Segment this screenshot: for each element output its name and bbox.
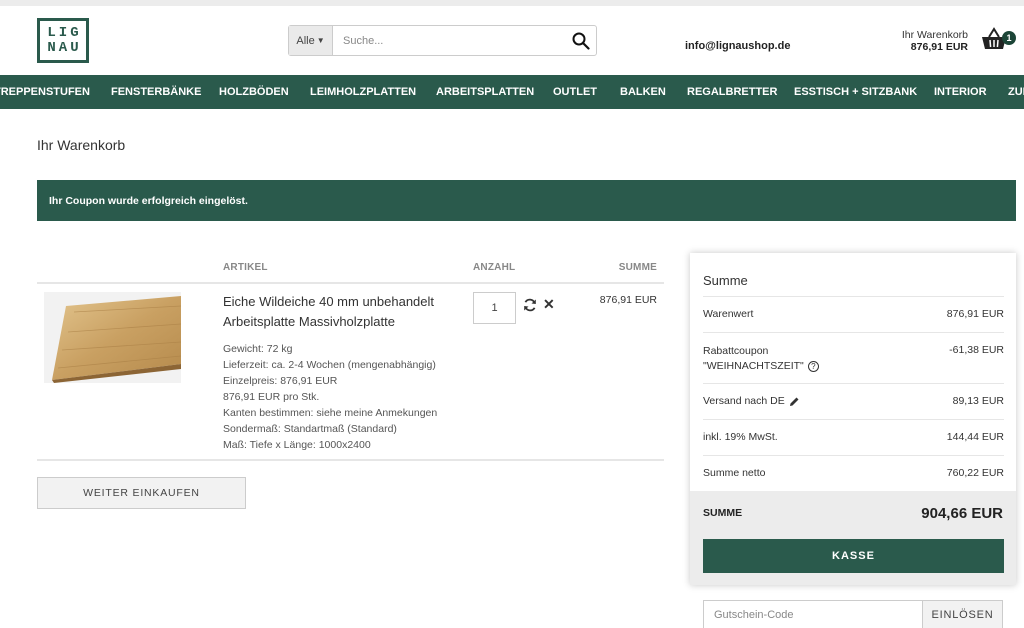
nav-item-leimholzplatten[interactable]: LEIMHOLZPLATTEN <box>310 75 416 109</box>
table-bottom-divider <box>37 459 664 461</box>
continue-shopping-button[interactable]: WEITER EINKAUFEN <box>37 477 246 509</box>
redeem-coupon-button[interactable]: EINLÖSEN <box>922 600 1003 628</box>
help-icon[interactable]: ? <box>807 360 819 372</box>
detail-delivery: Lieferzeit: ca. 2-4 Wochen (mengenabhäng… <box>223 359 436 371</box>
product-details: Gewicht: 72 kg Lieferzeit: ca. 2-4 Woche… <box>223 341 437 453</box>
coupon-code-input[interactable] <box>703 600 922 628</box>
search-bar: Alle ▼ <box>288 25 597 56</box>
nav-item-zubehoer[interactable]: ZUBEHÖR <box>1008 75 1024 109</box>
row-value: 876,91 EUR <box>946 308 1004 320</box>
row-label-coupon: Rabattcoupon "WEIHNACHTSZEIT"? <box>703 344 819 374</box>
summary-title: Summe <box>703 273 748 288</box>
cart-total: 876,91 EUR <box>910 41 968 53</box>
row-label: Summe netto <box>703 467 766 479</box>
row-label: Warenwert <box>703 308 754 320</box>
coupon-success-alert: Ihr Coupon wurde erfolgreich eingelöst. <box>37 180 1016 221</box>
logo-line-1: LIG <box>47 24 82 41</box>
caret-down-icon: ▼ <box>316 36 325 45</box>
search-category-label: Alle <box>296 34 315 47</box>
header-quantity: ANZAHL <box>473 262 516 273</box>
row-label: Versand nach DE <box>703 395 785 407</box>
nav-item-balken[interactable]: BALKEN <box>620 75 666 109</box>
detail-edges: Kanten bestimmen: siehe meine Anmekungen <box>223 407 438 419</box>
row-value: 89,13 EUR <box>952 395 1004 407</box>
summary-row-goods-value: Warenwert 876,91 EUR <box>703 296 1004 332</box>
search-icon[interactable] <box>566 26 596 55</box>
summary-row-vat: inkl. 19% MwSt. 144,44 EUR <box>703 419 1004 455</box>
row-value: 760,22 EUR <box>946 467 1004 479</box>
search-input[interactable] <box>333 26 566 55</box>
row-label: Rabattcoupon <box>703 345 769 357</box>
table-header-divider <box>37 282 664 284</box>
refresh-icon[interactable] <box>523 298 537 312</box>
detail-custom-size: Sondermaß: Standartmaß (Standard) <box>223 423 397 435</box>
detail-dimensions: Maß: Tiefe x Länge: 1000x2400 <box>223 439 371 451</box>
search-category-select[interactable]: Alle ▼ <box>289 26 333 55</box>
nav-item-fensterbaenke[interactable]: FENSTERBÄNKE <box>111 75 201 109</box>
detail-price-per-piece: 876,91 EUR pro Stk. <box>223 391 320 403</box>
nav-item-outlet[interactable]: OUTLET <box>553 75 597 109</box>
coupon-code-label: "WEIHNACHTSZEIT" <box>703 360 804 372</box>
nav-item-holzboeden[interactable]: HOLZBÖDEN <box>219 75 289 109</box>
header-article: ARTIKEL <box>223 262 268 273</box>
nav-item-esstisch-sitzbank[interactable]: ESSTISCH + SITZBANK <box>794 75 917 109</box>
detail-weight: Gewicht: 72 kg <box>223 343 293 355</box>
main-navigation: TREPPENSTUFEN FENSTERBÄNKE HOLZBÖDEN LEI… <box>0 75 1024 109</box>
nav-item-regalbretter[interactable]: REGALBRETTER <box>687 75 777 109</box>
line-item-sum: 876,91 EUR <box>599 294 657 306</box>
cart-count-badge: 1 <box>1002 31 1016 45</box>
page-title: Ihr Warenkorb <box>37 137 126 153</box>
remove-icon[interactable]: ✕ <box>543 296 555 312</box>
quantity-input[interactable] <box>473 292 516 324</box>
row-label-shipping: Versand nach DE <box>703 395 800 407</box>
product-title[interactable]: Eiche Wildeiche 40 mm unbehandelt Arbeit… <box>223 292 463 332</box>
nav-item-interior[interactable]: INTERIOR <box>934 75 987 109</box>
checkout-button[interactable]: KASSE <box>703 539 1004 573</box>
product-image[interactable] <box>44 292 181 383</box>
detail-unit-price: Einzelpreis: 876,91 EUR <box>223 375 338 387</box>
summary-total-block: SUMME 904,66 EUR KASSE <box>690 491 1016 585</box>
pencil-icon[interactable] <box>789 396 800 407</box>
row-value: 144,44 EUR <box>946 431 1004 443</box>
summary-row-coupon: Rabattcoupon "WEIHNACHTSZEIT"? -61,38 EU… <box>703 332 1004 383</box>
lignau-logo[interactable]: LIG NAU <box>37 18 89 63</box>
cart-label: Ihr Warenkorb <box>901 29 968 41</box>
contact-email-link[interactable]: info@lignaushop.de <box>685 40 790 52</box>
summary-row-shipping: Versand nach DE 89,13 EUR <box>703 383 1004 419</box>
total-value: 904,66 EUR <box>921 505 1003 522</box>
total-label: SUMME <box>703 507 743 519</box>
top-strip <box>0 0 1024 6</box>
header-cart-info[interactable]: Ihr Warenkorb 876,91 EUR <box>902 29 968 53</box>
order-summary: Summe Warenwert 876,91 EUR Rabattcoupon … <box>690 253 1016 585</box>
logo-line-2: NAU <box>47 39 82 56</box>
row-label: inkl. 19% MwSt. <box>703 431 778 443</box>
summary-row-net: Summe netto 760,22 EUR <box>703 455 1004 491</box>
header-sum: SUMME <box>618 262 657 273</box>
row-value: -61,38 EUR <box>949 344 1004 356</box>
nav-item-arbeitsplatten[interactable]: ARBEITSPLATTEN <box>436 75 534 109</box>
nav-item-treppenstufen[interactable]: TREPPENSTUFEN <box>0 75 90 109</box>
